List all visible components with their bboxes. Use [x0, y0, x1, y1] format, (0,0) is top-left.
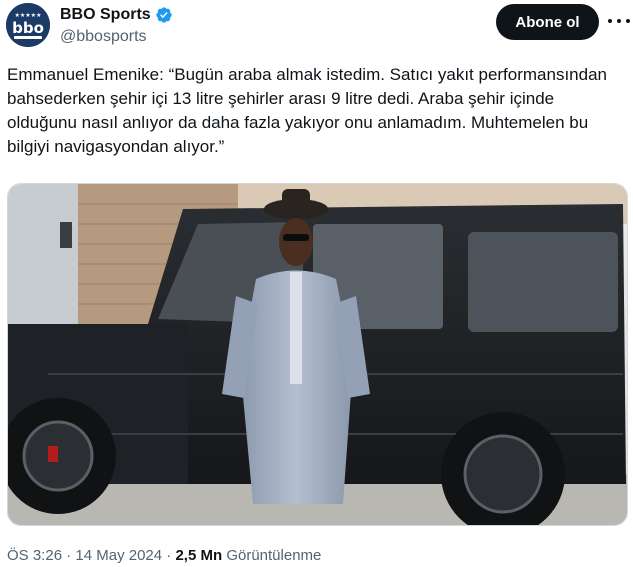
views-count: 2,5 Mn	[175, 547, 223, 564]
author-name-row: BBO Sports	[60, 5, 173, 25]
avatar-logo-text: bbo	[12, 19, 44, 37]
meta-separator-2: ·	[166, 547, 172, 564]
views-label: Görüntülenme	[226, 547, 322, 564]
svg-text:★★★★★: ★★★★★	[15, 12, 42, 19]
meta-separator: ·	[66, 547, 72, 564]
verified-badge-icon[interactable]	[155, 6, 173, 24]
photo-man-suv-image	[8, 184, 627, 525]
author-display-name[interactable]: BBO Sports	[60, 5, 151, 25]
author-handle[interactable]: @bbosports	[60, 27, 147, 47]
tweet-time[interactable]: ÖS 3:26	[7, 547, 62, 564]
bbo-sports-logo-icon: ★★★★★ bbo	[6, 3, 50, 47]
tweet-text: Emmanuel Emenike: “Bugün araba almak ist…	[7, 65, 612, 156]
more-dots-icon[interactable]	[608, 10, 630, 32]
follow-button[interactable]: Abone ol	[496, 4, 599, 40]
tweet-meta: ÖS 3:26 · 14 May 2024 · 2,5 Mn Görüntüle…	[7, 546, 321, 566]
tweet-date[interactable]: 14 May 2024	[75, 547, 162, 564]
tweet-photo[interactable]	[7, 183, 628, 526]
author-avatar[interactable]: ★★★★★ bbo	[6, 3, 50, 47]
